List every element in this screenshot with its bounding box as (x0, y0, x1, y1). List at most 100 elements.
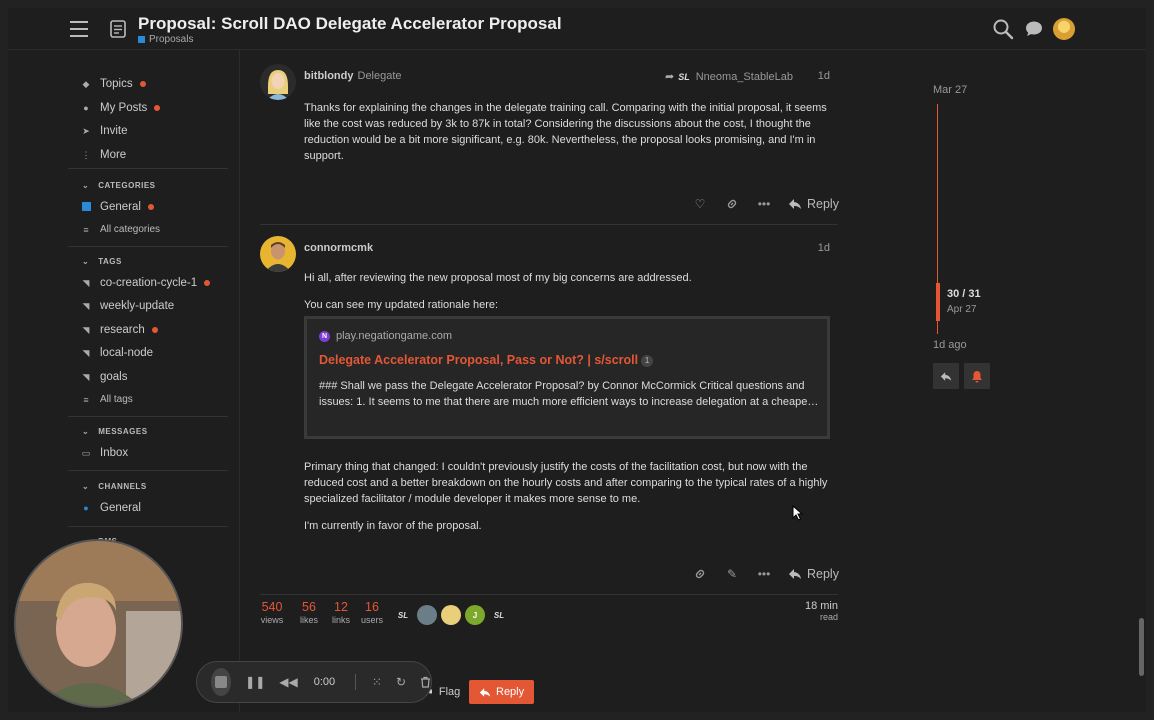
chevron-down-icon: ⌄ (82, 257, 90, 266)
stat-links[interactable]: 12 links (328, 600, 354, 625)
reply-label: Reply (807, 197, 839, 211)
link-preview-title[interactable]: Delegate Accelerator Proposal, Pass or N… (319, 353, 654, 367)
timeline-start-date[interactable]: Mar 27 (933, 84, 967, 96)
sidebar-item-label: Inbox (100, 447, 129, 459)
rewind-icon[interactable]: ◀◀ (279, 675, 297, 689)
timeline-reply-button[interactable] (933, 363, 959, 389)
reply-to-tab[interactable]: ➦ SL Nneoma_StableLab (665, 70, 793, 84)
sidebar-tag-local-node[interactable]: ◥ local-node (80, 347, 154, 359)
reply-to-username: Nneoma_StableLab (695, 70, 793, 83)
reply-button[interactable]: Reply (788, 567, 839, 581)
stat-label: views (260, 615, 284, 625)
more-horizontal-icon[interactable]: ••• (756, 196, 772, 212)
sidebar-item-label: weekly-update (100, 300, 175, 312)
stat-views[interactable]: 540 views (260, 600, 284, 625)
user-title: Delegate (357, 70, 402, 82)
reply-label: Reply (807, 567, 839, 581)
sidebar-all-categories[interactable]: ≡ All categories (80, 224, 160, 235)
sidebar-item-more[interactable]: ⋮ More (80, 149, 127, 161)
avatar[interactable] (260, 64, 296, 100)
sidebar-item-inbox[interactable]: ▭ Inbox (80, 447, 128, 459)
participant-avatar[interactable]: SL (489, 605, 509, 625)
sidebar-item-topics[interactable]: ◆ Topics (80, 78, 146, 90)
avatar[interactable] (260, 236, 296, 272)
reply-button[interactable]: Reply (788, 197, 839, 211)
sidebar-item-invite[interactable]: ➤ Invite (80, 125, 127, 137)
sidebar-tag-weekly-update[interactable]: ◥ weekly-update (80, 300, 175, 312)
post-username[interactable]: connormcmk (304, 242, 373, 254)
participant-avatar[interactable]: J (465, 605, 485, 625)
sidebar-all-tags[interactable]: ≡ All tags (80, 394, 133, 405)
sidebar-tag-co-creation-cycle-1[interactable]: ◥ co-creation-cycle-1 (80, 277, 211, 289)
pause-icon[interactable]: ❚❚ (245, 675, 265, 689)
share-arrow-icon: ➦ (665, 71, 675, 83)
chat-icon[interactable] (1023, 18, 1045, 40)
messages-section-header[interactable]: ⌄ MESSAGES (82, 427, 148, 436)
stat-likes[interactable]: 56 likes (296, 600, 322, 625)
chevron-down-icon: ⌄ (82, 482, 90, 491)
post-actions: ✎ ••• Reply (684, 566, 839, 582)
participant-avatar[interactable]: SL (393, 605, 413, 625)
post-username[interactable]: bitblondy Delegate (304, 70, 402, 82)
stat-users[interactable]: 16 users (359, 600, 385, 625)
sidebar-item-label: co-creation-cycle-1 (100, 277, 198, 289)
hamburger-menu-icon[interactable] (70, 21, 88, 37)
notification-bell-button[interactable] (964, 363, 990, 389)
link-icon[interactable] (724, 196, 740, 212)
click-count-badge: 1 (641, 354, 654, 367)
link-preview-title-text: Delegate Accelerator Proposal, Pass or N… (319, 353, 639, 367)
grid-icon[interactable]: ⁙ (372, 675, 382, 689)
tags-section-header[interactable]: ⌄ TAGS (82, 257, 122, 266)
webcam-overlay[interactable] (14, 539, 183, 708)
channels-section-header[interactable]: ⌄ CHANNELS (82, 482, 147, 491)
post-date[interactable]: 1d (818, 70, 830, 82)
topic-reply-button[interactable]: Reply (469, 680, 535, 704)
stop-recording-button[interactable] (211, 668, 232, 696)
page-scrollbar[interactable] (1136, 50, 1146, 712)
post-separator (260, 224, 838, 225)
link-icon[interactable] (692, 566, 708, 582)
sidebar-item-label: All tags (100, 394, 133, 405)
stat-value: 16 (365, 600, 379, 614)
sidebar-divider (68, 246, 228, 247)
scrollbar-thumb[interactable] (1139, 618, 1144, 676)
current-user-avatar[interactable] (1053, 18, 1075, 40)
post-body: Thanks for explaining the changes in the… (304, 102, 827, 162)
recorder-divider (355, 674, 356, 690)
pencil-icon[interactable]: ✎ (724, 566, 740, 582)
sidebar-tag-goals[interactable]: ◥ goals (80, 371, 128, 383)
post-date[interactable]: 1d (818, 242, 830, 254)
unread-dot (204, 280, 211, 286)
chat-bubble-icon: ● (83, 503, 89, 513)
heart-icon[interactable]: ♡ (692, 196, 708, 212)
sidebar-category-general[interactable]: General (80, 201, 154, 213)
search-icon[interactable] (992, 18, 1014, 40)
list-icon: ≡ (83, 224, 89, 235)
categories-section-header[interactable]: ⌄ CATEGORIES (82, 181, 156, 190)
read-time-label: read (819, 612, 838, 622)
more-horizontal-icon[interactable]: ••• (756, 566, 772, 582)
trash-icon[interactable] (420, 676, 431, 688)
bell-icon (972, 370, 982, 382)
topic-category-badge[interactable]: Proposals (138, 34, 193, 45)
link-preview-source: N play.negationgame.com (319, 330, 452, 342)
participant-avatar[interactable] (417, 605, 437, 625)
restart-icon[interactable]: ↻ (396, 675, 406, 689)
unread-dot (151, 327, 158, 333)
timeline-handle[interactable] (936, 283, 940, 321)
timeline-last-activity[interactable]: 1d ago (933, 339, 967, 351)
topic-title[interactable]: Proposal: Scroll DAO Delegate Accelerato… (138, 14, 562, 34)
link-preview-domain: play.negationgame.com (336, 330, 452, 342)
sidebar-item-label: General (100, 502, 141, 514)
link-preview-card[interactable]: N play.negationgame.com Delegate Acceler… (304, 316, 830, 439)
section-heading: CHANNELS (98, 482, 147, 491)
webcam-feed-image (16, 541, 181, 706)
participant-avatar[interactable] (441, 605, 461, 625)
sidebar-tag-research[interactable]: ◥ research (80, 324, 158, 336)
stat-value: 12 (334, 600, 348, 614)
sidebar-item-my-posts[interactable]: ● My Posts (80, 102, 161, 114)
site-favicon-icon: N (319, 330, 330, 342)
stat-value: 540 (261, 600, 283, 614)
stat-label: likes (299, 615, 318, 625)
sidebar-channel-general[interactable]: ● General (80, 502, 141, 514)
